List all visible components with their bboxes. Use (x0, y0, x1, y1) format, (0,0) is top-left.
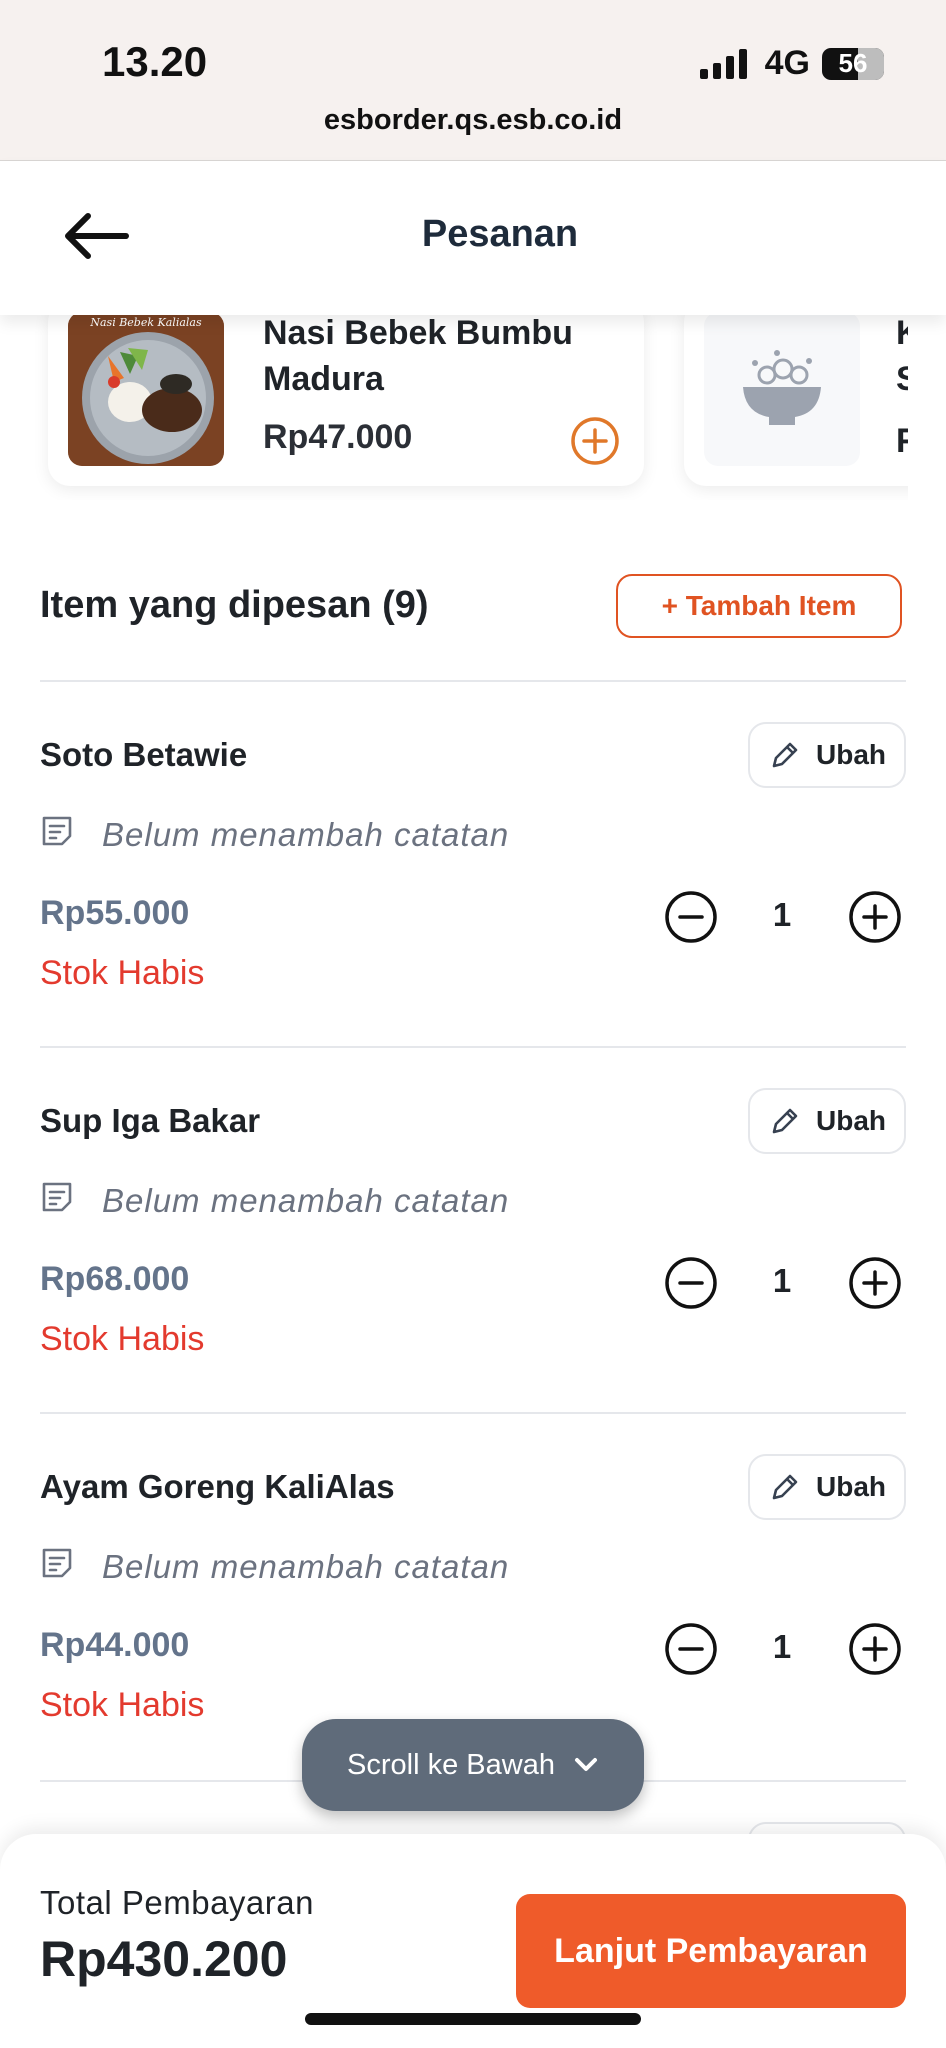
item-price: Rp68.000 (40, 1260, 190, 1298)
order-item: Soto Betawie Ubah Belum menambah catatan… (0, 710, 946, 1076)
scroll-down-button[interactable]: Scroll ke Bawah (302, 1719, 644, 1811)
total-label: Total Pembayaran (40, 1884, 314, 1921)
pencil-icon (772, 1108, 798, 1134)
status-bar: 13.20 4G 56 esborder.qs.esb.co.id (0, 0, 946, 161)
item-price: Rp55.000 (40, 894, 190, 932)
item-price: Rp44.000 (40, 1626, 190, 1664)
edit-label: Ubah (816, 1105, 886, 1136)
edit-item-button[interactable]: Ubah (748, 722, 906, 788)
quantity-value: 1 (772, 1628, 792, 1665)
status-time: 13.20 (102, 38, 208, 85)
edit-label: Ubah (816, 1471, 886, 1502)
scroll-down-label: Scroll ke Bawah (347, 1748, 555, 1781)
quantity-value: 1 (772, 1262, 792, 1299)
quantity-value: 1 (772, 896, 792, 933)
food-image: Nasi Bebek Kalialas (68, 312, 224, 466)
stock-status: Stok Habis (40, 954, 205, 992)
pencil-icon (772, 1474, 798, 1500)
stock-status: Stok Habis (40, 1686, 205, 1724)
decrease-quantity-icon[interactable] (664, 1256, 718, 1310)
recommendation-carousel[interactable]: Nasi Bebek Kalialas Nasi Bebek Bumbu Mad… (0, 300, 946, 500)
increase-quantity-icon[interactable] (848, 890, 902, 944)
home-indicator (305, 2013, 641, 2025)
battery-level: 56 (838, 48, 868, 78)
recommendation-card[interactable]: K S F (684, 300, 946, 486)
network-type: 4G (764, 44, 810, 82)
decrease-quantity-icon[interactable] (664, 1622, 718, 1676)
note-placeholder[interactable]: Belum menambah catatan (102, 1182, 509, 1220)
item-name: Ayam Goreng KaliAlas (40, 1468, 395, 1505)
recommendation-card[interactable]: Nasi Bebek Kalialas Nasi Bebek Bumbu Mad… (48, 300, 644, 486)
add-circle-icon[interactable] (570, 416, 620, 466)
food-image-caption: Nasi Bebek Kalialas (89, 316, 202, 329)
recommendation-name: Nasi Bebek Bumbu Madura (263, 314, 573, 398)
order-item: Sup Iga Bakar Ubah Belum menambah catata… (0, 1076, 946, 1442)
item-name: Soto Betawie (40, 736, 248, 773)
edit-label: Ubah (816, 739, 886, 770)
note-icon (40, 1180, 76, 1216)
item-name: Sup Iga Bakar (40, 1102, 261, 1139)
continue-payment-button[interactable]: Lanjut Pembayaran (516, 1894, 906, 2008)
edit-item-button[interactable]: Ubah (748, 1454, 906, 1520)
increase-quantity-icon[interactable] (848, 1622, 902, 1676)
add-item-button[interactable]: + Tambah Item (616, 574, 902, 638)
page-header: Pesanan (0, 161, 946, 315)
note-icon (40, 814, 76, 850)
increase-quantity-icon[interactable] (848, 1256, 902, 1310)
chevron-down-icon (574, 1758, 597, 1771)
divider (40, 680, 906, 682)
total-value: Rp430.200 (40, 1931, 288, 1987)
note-placeholder[interactable]: Belum menambah catatan (102, 1548, 509, 1586)
stock-status: Stok Habis (40, 1320, 205, 1358)
battery-icon: 56 (822, 47, 884, 80)
decrease-quantity-icon[interactable] (664, 890, 718, 944)
edit-item-button[interactable]: Ubah (748, 1088, 906, 1154)
note-placeholder[interactable]: Belum menambah catatan (102, 816, 509, 854)
ordered-items-title: Item yang dipesan (9) (40, 584, 429, 626)
status-indicators: 4G 56 (699, 44, 884, 83)
note-icon (40, 1546, 76, 1582)
page-title: Pesanan (421, 213, 579, 255)
browser-url[interactable]: esborder.qs.esb.co.id (0, 104, 946, 137)
food-placeholder-icon (704, 312, 860, 466)
divider (40, 1412, 906, 1414)
signal-icon (699, 48, 747, 79)
recommendation-price: Rp47.000 (263, 418, 413, 456)
pencil-icon (772, 742, 798, 768)
carousel-edge (908, 300, 946, 500)
divider (40, 1046, 906, 1048)
